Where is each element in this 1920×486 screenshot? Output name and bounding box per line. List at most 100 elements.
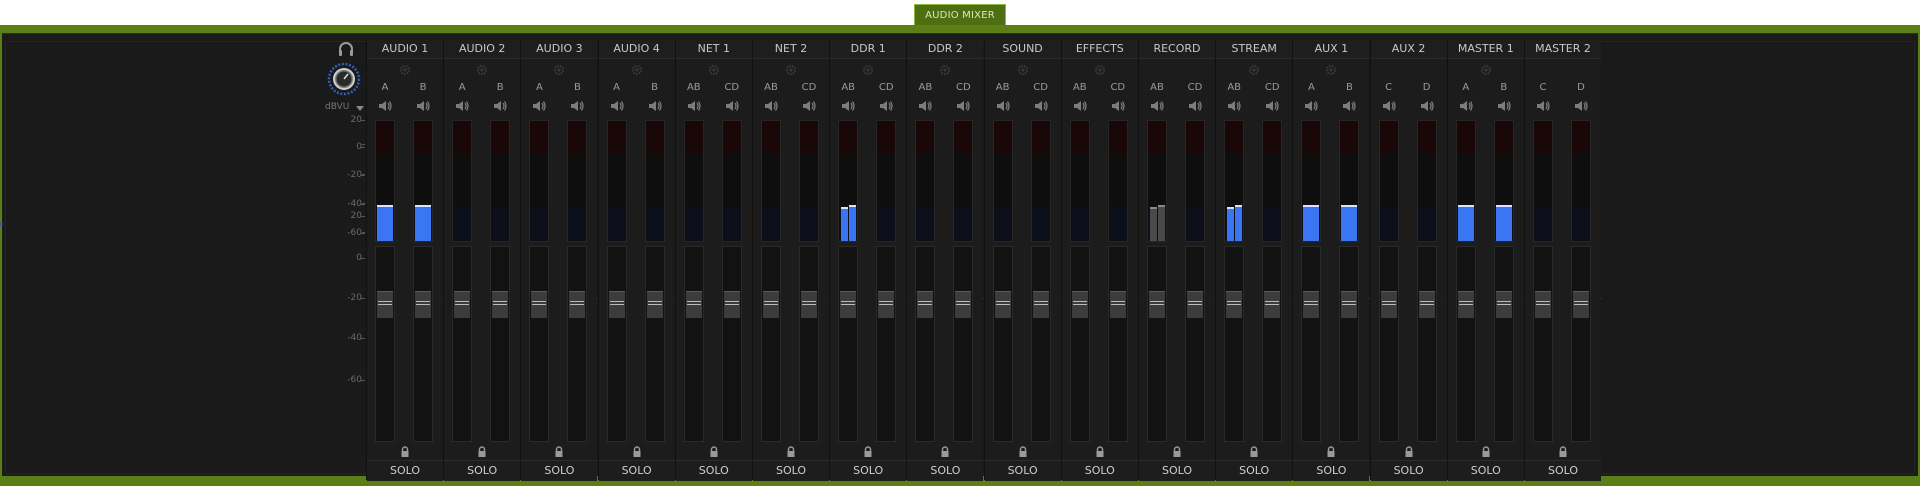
speaker-mute-icon[interactable] (1264, 98, 1280, 112)
channel-name[interactable]: AUDIO 3 (521, 40, 598, 59)
solo-button[interactable]: SOLO (1216, 460, 1293, 481)
channel-settings-gear-icon[interactable] (630, 62, 644, 76)
fader-handle[interactable] (1187, 291, 1203, 318)
channel-settings-gear-icon[interactable] (1324, 62, 1338, 76)
speaker-mute-icon[interactable] (1033, 98, 1049, 112)
fader-handle[interactable] (377, 291, 393, 318)
channel-settings-gear-icon[interactable] (1479, 62, 1493, 76)
lock-icon[interactable] (1170, 444, 1184, 458)
solo-button[interactable]: SOLO (830, 460, 907, 481)
fader-handle[interactable] (1071, 291, 1088, 318)
volume-fader[interactable] (838, 246, 859, 442)
solo-button[interactable]: SOLO (1447, 460, 1524, 481)
fader-handle[interactable] (569, 291, 586, 318)
speaker-mute-icon[interactable] (840, 98, 856, 112)
solo-button[interactable]: SOLO (984, 460, 1061, 481)
volume-fader[interactable] (1030, 246, 1051, 442)
fader-handle[interactable] (1573, 291, 1589, 318)
lock-icon[interactable] (398, 444, 412, 458)
lock-icon[interactable] (1479, 444, 1493, 458)
fader-handle[interactable] (1418, 291, 1435, 318)
volume-fader[interactable] (799, 246, 819, 442)
lock-icon[interactable] (475, 444, 489, 458)
channel-name[interactable]: EFFECTS (1061, 40, 1138, 59)
solo-button[interactable]: SOLO (444, 460, 521, 481)
channel-name[interactable]: AUX 2 (1370, 40, 1447, 59)
speaker-mute-icon[interactable] (1110, 98, 1126, 112)
volume-fader[interactable] (1301, 246, 1322, 442)
channel-name[interactable]: MASTER 2 (1525, 40, 1601, 59)
fader-handle[interactable] (685, 291, 702, 318)
volume-fader[interactable] (1147, 246, 1167, 442)
fader-handle[interactable] (955, 291, 972, 318)
channel-settings-gear-icon[interactable] (784, 62, 798, 76)
fader-handle[interactable] (723, 291, 740, 318)
channel-name[interactable]: NET 1 (675, 40, 752, 59)
volume-fader[interactable] (721, 246, 742, 442)
channel-settings-gear-icon[interactable] (552, 62, 566, 76)
volume-fader[interactable] (452, 246, 473, 442)
fader-handle[interactable] (1109, 291, 1126, 318)
speaker-mute-icon[interactable] (1187, 98, 1203, 112)
volume-fader[interactable] (683, 246, 704, 442)
speaker-mute-icon[interactable] (1419, 98, 1435, 112)
solo-button[interactable]: SOLO (367, 460, 443, 481)
volume-fader[interactable] (876, 246, 897, 442)
audio-mixer-tab[interactable]: AUDIO MIXER (914, 4, 1006, 26)
speaker-mute-icon[interactable] (1573, 98, 1589, 112)
volume-fader[interactable] (490, 246, 511, 442)
headphone-volume-knob[interactable] (327, 62, 361, 96)
channel-name[interactable]: RECORD (1139, 40, 1215, 59)
speaker-mute-icon[interactable] (917, 98, 933, 112)
fader-handle[interactable] (1149, 291, 1165, 318)
speaker-mute-icon[interactable] (1303, 98, 1319, 112)
speaker-mute-icon[interactable] (1341, 98, 1357, 112)
fader-handle[interactable] (994, 291, 1011, 318)
fader-handle[interactable] (1264, 291, 1281, 318)
lock-icon[interactable] (1247, 444, 1261, 458)
speaker-mute-icon[interactable] (995, 98, 1011, 112)
fader-handle[interactable] (763, 291, 779, 318)
speaker-mute-icon[interactable] (1072, 98, 1088, 112)
solo-button[interactable]: SOLO (521, 460, 598, 481)
volume-fader[interactable] (1262, 246, 1283, 442)
solo-button[interactable]: SOLO (753, 460, 829, 481)
speaker-mute-icon[interactable] (686, 98, 702, 112)
fader-handle[interactable] (608, 291, 625, 318)
speaker-mute-icon[interactable] (492, 98, 508, 112)
speaker-mute-icon[interactable] (531, 98, 547, 112)
lock-icon[interactable] (1402, 444, 1416, 458)
channel-name[interactable]: STREAM (1216, 40, 1293, 59)
panel-expand-arrow-icon[interactable] (0, 221, 3, 227)
volume-fader[interactable] (992, 246, 1013, 442)
fader-handle[interactable] (415, 291, 431, 318)
solo-button[interactable]: SOLO (1525, 460, 1601, 481)
headphones-icon[interactable] (337, 41, 355, 57)
channel-name[interactable]: AUDIO 4 (598, 40, 675, 59)
channel-name[interactable]: NET 2 (753, 40, 829, 59)
volume-fader[interactable] (1455, 246, 1476, 442)
lock-icon[interactable] (552, 444, 566, 458)
volume-fader[interactable] (1107, 246, 1128, 442)
fader-handle[interactable] (1457, 291, 1474, 318)
speaker-mute-icon[interactable] (724, 98, 740, 112)
fader-handle[interactable] (454, 291, 471, 318)
channel-settings-gear-icon[interactable] (707, 62, 721, 76)
lock-icon[interactable] (784, 444, 798, 458)
volume-fader[interactable] (606, 246, 627, 442)
lock-icon[interactable] (1016, 444, 1030, 458)
channel-name[interactable]: AUDIO 2 (444, 40, 521, 59)
lock-icon[interactable] (1093, 444, 1107, 458)
speaker-mute-icon[interactable] (801, 98, 817, 112)
channel-name[interactable]: DDR 1 (830, 40, 907, 59)
speaker-mute-icon[interactable] (609, 98, 625, 112)
lock-icon[interactable] (630, 444, 644, 458)
fader-handle[interactable] (1032, 291, 1049, 318)
volume-fader[interactable] (413, 246, 433, 442)
fader-handle[interactable] (531, 291, 548, 318)
lock-icon[interactable] (1324, 444, 1338, 458)
volume-fader[interactable] (1571, 246, 1591, 442)
volume-fader[interactable] (1339, 246, 1360, 442)
speaker-mute-icon[interactable] (1381, 98, 1397, 112)
solo-button[interactable]: SOLO (1139, 460, 1215, 481)
